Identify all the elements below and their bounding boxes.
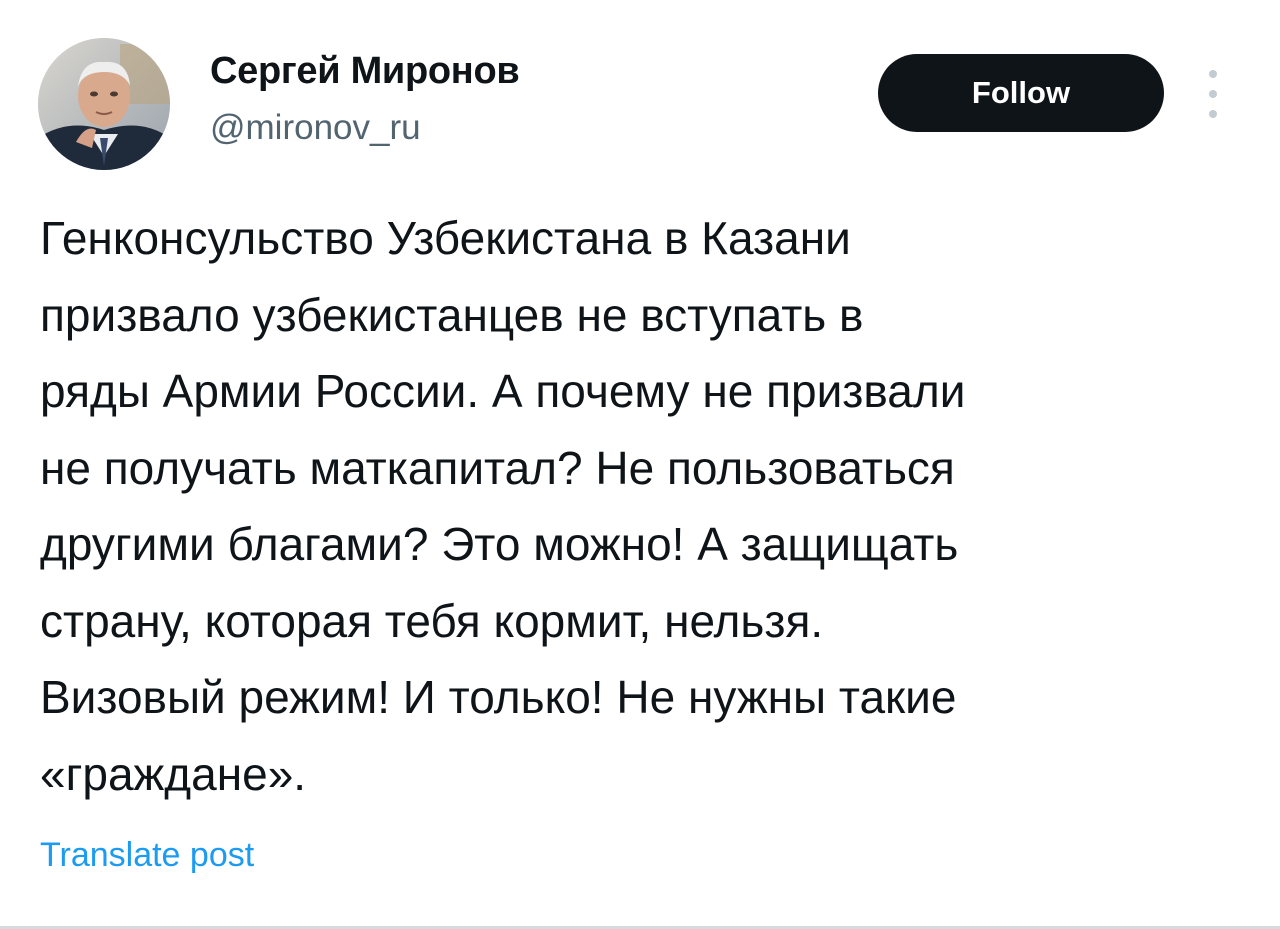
more-vertical-icon[interactable] xyxy=(1196,70,1230,118)
more-dot xyxy=(1209,70,1217,78)
more-dot xyxy=(1209,110,1217,118)
tweet-text-line: ряды Армии России. А почему не призвали xyxy=(40,365,966,417)
follow-button[interactable]: Follow xyxy=(878,54,1164,132)
tweet-text: Генконсульство Узбекистана в Казани приз… xyxy=(40,200,1245,812)
tweet-text-line: «граждане». xyxy=(40,747,307,800)
tweet-text-line: призвало узбекистанцев не вступать в xyxy=(40,288,864,341)
tweet-text-line: Визовый режим! И только! Не нужны такие xyxy=(40,671,957,723)
more-dot xyxy=(1209,90,1217,98)
avatar[interactable] xyxy=(38,38,170,170)
tweet-text-line: другими благами? Это можно! А защищать xyxy=(40,518,959,570)
author-handle[interactable]: @mironov_ru xyxy=(210,108,421,148)
profile-photo xyxy=(38,38,170,170)
translate-post-link[interactable]: Translate post xyxy=(40,836,254,875)
tweet-text-line: не получать маткапитал? Не пользоваться xyxy=(40,441,955,494)
author-name[interactable]: Сергей Миронов xyxy=(210,50,520,93)
tweet-text-line: страну, которая тебя кормит, нельзя. xyxy=(40,594,824,647)
tweet-text-line: Генконсульство Узбекистана в Казани xyxy=(40,212,851,264)
